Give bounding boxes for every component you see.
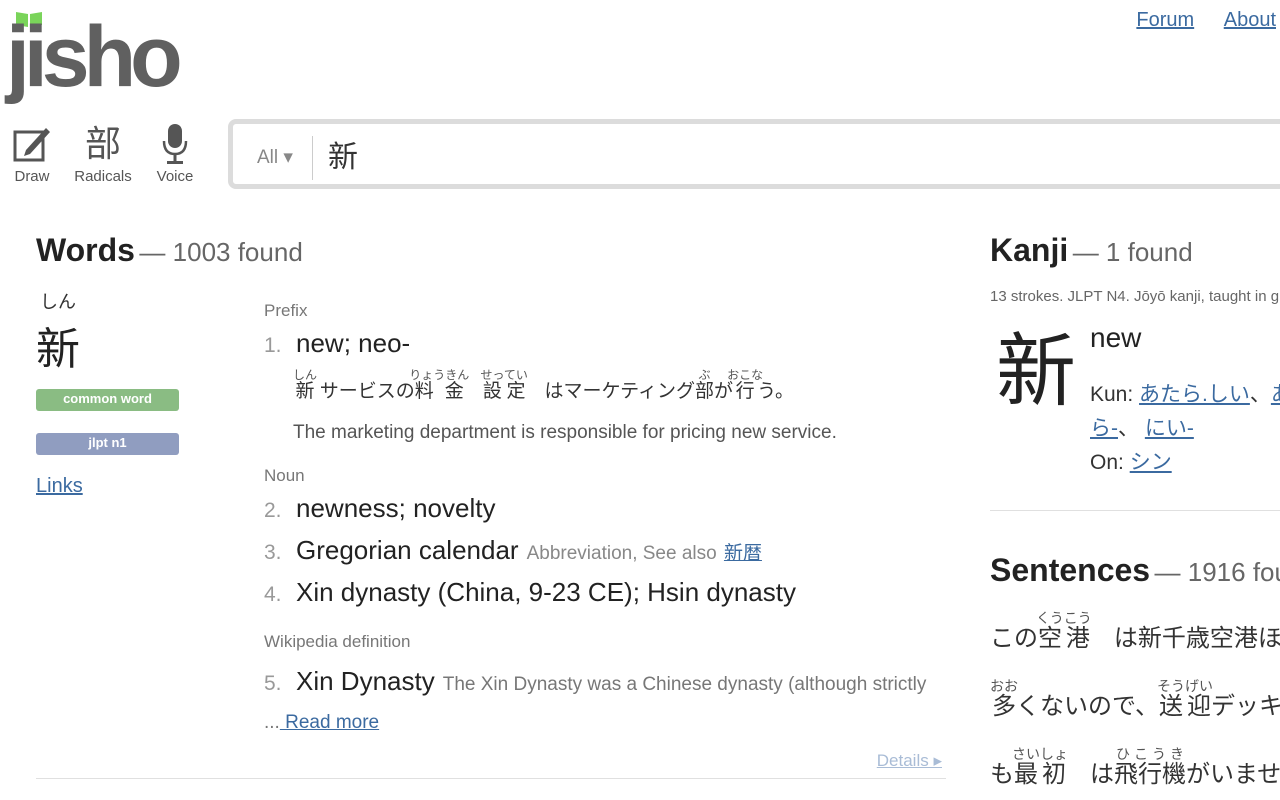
kanji-heading: Kanji — 1 found — [990, 232, 1193, 269]
sentence-line: も最初さいしょ は飛行機ひこうきがいません — [990, 746, 1280, 788]
example-sentence: 新しん サービスの料金りょうきん 設定せってい はマーケティング部ぶが行おこなう… — [293, 368, 794, 402]
draw-button[interactable]: Draw — [0, 122, 67, 185]
voice-label: Voice — [156, 168, 194, 185]
jisho-logo[interactable]: jisho — [6, 10, 206, 105]
kun-label: Kun: — [1090, 383, 1134, 406]
microphone-icon — [162, 124, 188, 164]
meaning-2-text: newness; novelty — [296, 493, 496, 523]
meaning-3-number: 3. — [264, 541, 282, 564]
meaning-1-number: 1. — [264, 334, 282, 357]
common-word-badge: common word — [36, 389, 179, 411]
sentences-count: — 1916 found — [1154, 557, 1280, 587]
radicals-button[interactable]: 部 Radicals — [68, 122, 138, 185]
on-label: On: — [1090, 451, 1124, 474]
word-separator — [36, 778, 946, 779]
kanji-info: 13 strokes. JLPT N4. Jōyō kanji, taught … — [990, 288, 1280, 305]
kun-reading-3[interactable]: にい- — [1145, 417, 1194, 440]
voice-button[interactable]: Voice — [140, 122, 210, 185]
kun-readings: Kun: あたら.しい、あら-、 にい- — [1090, 378, 1280, 446]
search-divider — [312, 136, 313, 180]
words-count: — 1003 found — [139, 237, 303, 267]
meaning-4-number: 4. — [264, 583, 282, 606]
kanji-count: — 1 found — [1072, 237, 1193, 267]
pos-wikipedia: Wikipedia definition — [264, 632, 411, 651]
meaning-2-number: 2. — [264, 499, 282, 522]
search-filter-dropdown[interactable]: All ▾ — [257, 146, 293, 169]
meaning-4-text: Xin dynasty (China, 9-23 CE); Hsin dynas… — [296, 577, 796, 607]
meaning-2: 2. newness; novelty — [264, 493, 495, 524]
details-link[interactable]: Details ▸ — [877, 751, 942, 771]
meaning-3: 3. Gregorian calendar Abbreviation, See al… — [264, 535, 762, 566]
radicals-icon: 部 — [84, 123, 121, 164]
search-bar: All ▾ 新 — [228, 119, 1280, 189]
radicals-label: Radicals — [74, 168, 132, 185]
pencil-icon — [13, 128, 50, 162]
meaning-4: 4. Xin dynasty (China, 9-23 CE); Hsin dyn… — [264, 577, 796, 608]
forum-link[interactable]: Forum — [1136, 9, 1194, 31]
meaning-5-text: Xin Dynasty — [296, 666, 435, 696]
logo-text: jisho — [6, 9, 183, 105]
meaning-3-note: Abbreviation, See also — [526, 543, 717, 564]
jlpt-badge: jlpt n1 — [36, 433, 179, 455]
example-english: The marketing department is responsible … — [293, 422, 837, 443]
kanji-meaning: new — [1090, 322, 1142, 353]
sentences-title: Sentences — [990, 552, 1151, 588]
sentence-line: この空港くうこう は新千歳空港ほど — [990, 610, 1280, 652]
on-reading-1[interactable]: シン — [1130, 451, 1172, 474]
meaning-5: 5. Xin Dynasty The Xin Dynasty was a Chine… — [264, 662, 944, 742]
words-title: Words — [36, 232, 135, 268]
see-also-link[interactable]: 新暦 — [724, 543, 762, 564]
sentences-heading: Sentences — 1916 found — [990, 552, 1280, 589]
sentence-line: 多おおくないので、送迎そうげいデッキ — [990, 678, 1280, 720]
kun-reading-1[interactable]: あたら.しい — [1139, 383, 1250, 406]
pos-noun: Noun — [264, 466, 305, 485]
meaning-5-number: 5. — [264, 672, 282, 695]
about-link[interactable]: About — [1224, 9, 1276, 31]
links-link[interactable]: Links — [36, 475, 83, 498]
top-navigation: Forum About — [1112, 9, 1276, 32]
words-heading: Words — 1003 found — [36, 232, 303, 269]
kun-separator: 、 — [1118, 417, 1139, 440]
pos-prefix: Prefix — [264, 301, 308, 320]
meaning-1: 1. new; neo- — [264, 328, 410, 359]
word-kanji: 新 — [36, 325, 80, 374]
kanji-character[interactable]: 新 — [996, 307, 1076, 423]
kun-separator: 、 — [1249, 383, 1271, 406]
draw-label: Draw — [14, 168, 50, 185]
kanji-title: Kanji — [990, 232, 1069, 268]
meaning-3-text: Gregorian calendar — [296, 535, 519, 565]
word-furigana: しん — [40, 292, 76, 312]
kanji-separator — [990, 510, 1280, 511]
on-readings: On: シン — [1090, 446, 1172, 476]
meaning-1-text: new; neo- — [296, 328, 411, 358]
search-input[interactable]: 新 — [328, 136, 358, 180]
read-more-link[interactable]: Read more — [280, 712, 379, 733]
